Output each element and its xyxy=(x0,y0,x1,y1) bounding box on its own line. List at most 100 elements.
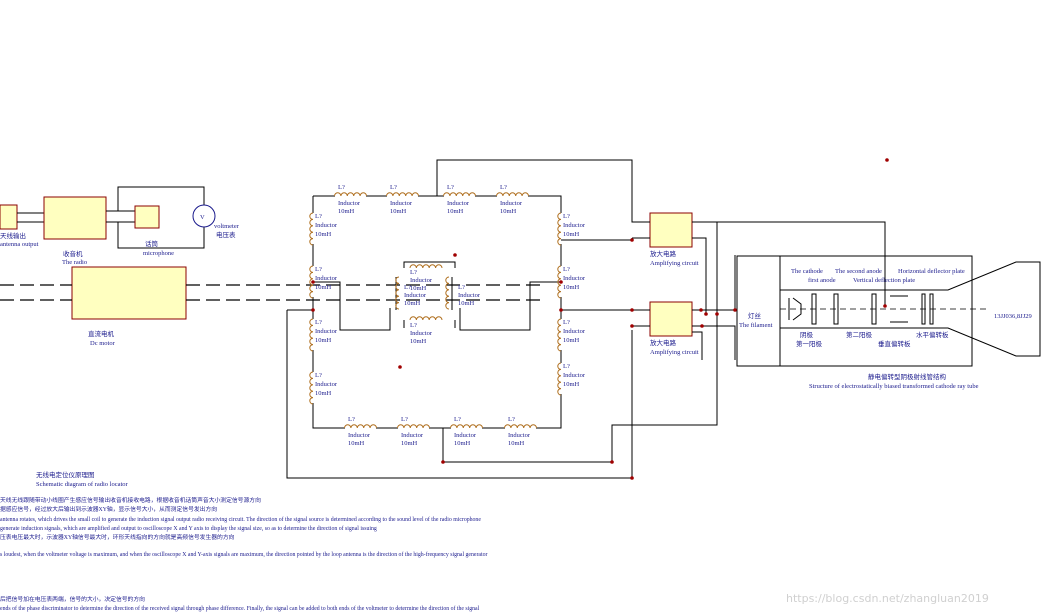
inductor-name: Inductor xyxy=(500,200,523,207)
junction-dot xyxy=(883,304,887,308)
inductor-ref: L? xyxy=(447,184,454,191)
inductor-ref: L? xyxy=(315,266,322,273)
crt-tube: The cathode The second anode Horizontal … xyxy=(736,255,1041,390)
inductor-name: Inductor xyxy=(454,432,477,439)
junction-dot xyxy=(630,324,634,328)
voltmeter: V voltmeter 电压表 xyxy=(192,204,240,239)
inductor-name: Inductor xyxy=(563,275,586,282)
v-plate-label-cn: 垂直偏转板 xyxy=(878,339,911,348)
inductor-ref: L? xyxy=(315,319,322,326)
voltmeter-label-cn: 电压表 xyxy=(216,230,236,239)
inductor-coil xyxy=(496,192,529,197)
second-anode-label-cn: 第二阳极 xyxy=(846,330,873,339)
amplifier-top: 放大电路 Amplifying circuit xyxy=(649,212,699,267)
schematic-canvas: 天线输出 antenna output 收音机 The radio 话筒 mic… xyxy=(0,158,1041,612)
dc-motor-block: 直流电机 Dc motor xyxy=(71,266,187,347)
junction-dot xyxy=(704,312,708,316)
inductor-value: 10mH xyxy=(454,440,471,447)
inductor-coil xyxy=(409,264,443,269)
inductor-value: 10mH xyxy=(315,337,332,344)
inductor-ref: L? xyxy=(338,184,345,191)
inductor-name: Inductor xyxy=(338,200,361,207)
amp-bottom-label-en: Amplifying circuit xyxy=(650,349,699,356)
earphone-label-en: microphone xyxy=(143,250,174,257)
inductor-name: Inductor xyxy=(508,432,531,439)
inductor-name: Inductor xyxy=(447,200,470,207)
inductor-value: 10mH xyxy=(563,337,580,344)
note-line: antenna rotates, which drives the small … xyxy=(0,516,481,523)
note-line: 压表电压最大时，示波器XY轴信号最大时，环形天线指向的方向就是高频信号发生器的方… xyxy=(0,533,235,541)
inductor-ref: L? xyxy=(404,284,411,291)
inductor-ref: L? xyxy=(563,213,570,220)
junction-dot xyxy=(733,308,737,312)
cathode-label: The cathode xyxy=(791,268,823,275)
inductor-value: 10mH xyxy=(563,284,580,291)
dc-motor-label-cn: 直流电机 xyxy=(88,329,115,338)
inductor-coil xyxy=(445,276,450,310)
inductor-coil xyxy=(344,424,377,429)
junction-dot xyxy=(630,476,634,480)
radio-block: 收音机 The radio xyxy=(43,196,107,266)
inductor-ref: L? xyxy=(410,322,417,329)
inductor-ref: L? xyxy=(315,213,322,220)
inductor-coil xyxy=(443,192,476,197)
inductor-name: Inductor xyxy=(390,200,413,207)
note-line: s loudest, when the voltmeter voltage is… xyxy=(0,551,487,558)
inductor-coil xyxy=(309,318,314,352)
inductor-group: L?Inductor10mHL?Inductor10mHL?Inductor10… xyxy=(309,184,586,447)
inductor-name: Inductor xyxy=(315,381,338,388)
dc-motor-label-en: Dc motor xyxy=(90,340,116,347)
tube-model-label: 13JJ036,8JJ29 xyxy=(994,313,1032,320)
inductor-value: 10mH xyxy=(447,208,464,215)
inductor-coil xyxy=(557,212,562,246)
inductor-value: 10mH xyxy=(410,285,427,292)
radio-label-en: The radio xyxy=(62,259,87,266)
first-anode-label-cn: 第一阳极 xyxy=(796,339,823,348)
inductor-coil xyxy=(395,276,400,310)
inductor-coil xyxy=(504,424,537,429)
amplifier-bottom: 放大电路 Amplifying circuit xyxy=(649,301,699,356)
junction-dot xyxy=(311,280,315,284)
inductor-name: Inductor xyxy=(410,330,433,337)
inductor-value: 10mH xyxy=(458,300,475,307)
note-line: 天线无线跟随带动小线圈产生感应信号输出收音机接收电路，根据收音机话筒声音大小测定… xyxy=(0,496,261,504)
amp-top-label-en: Amplifying circuit xyxy=(650,260,699,267)
inductor-value: 10mH xyxy=(410,338,427,345)
junction-dot xyxy=(441,460,445,464)
diagram-title-cn: 无线电定位仪原理图 xyxy=(36,470,95,479)
junction-dot xyxy=(715,312,719,316)
inductor-coil xyxy=(309,371,314,405)
inductor-coil xyxy=(386,192,419,197)
first-anode-label: first anode xyxy=(808,277,836,284)
junction-dot xyxy=(398,365,402,369)
inductor-value: 10mH xyxy=(315,390,332,397)
inductor-value: 10mH xyxy=(315,231,332,238)
inductor-value: 10mH xyxy=(404,300,421,307)
inductor-name: Inductor xyxy=(563,222,586,229)
inductor-name: Inductor xyxy=(315,275,338,282)
inductor-ref: L? xyxy=(563,363,570,370)
note-line: ends of the phase discriminator to deter… xyxy=(0,605,480,612)
inductor-name: Inductor xyxy=(348,432,371,439)
v-plate-label: Vertical deflection plate xyxy=(853,277,915,284)
voltmeter-label-en: voltmeter xyxy=(214,223,240,230)
inductor-name: Inductor xyxy=(563,372,586,379)
inductor-ref: L? xyxy=(500,184,507,191)
inductor-name: Inductor xyxy=(410,277,433,284)
inductor-ref: L? xyxy=(410,269,417,276)
inductor-name: Inductor xyxy=(401,432,424,439)
inductor-name: Inductor xyxy=(315,328,338,335)
inductor-coil xyxy=(397,424,430,429)
inductor-ref: L? xyxy=(454,416,461,423)
voltmeter-symbol: V xyxy=(200,214,205,221)
inductor-coil xyxy=(409,316,443,321)
inductor-value: 10mH xyxy=(508,440,525,447)
inductor-name: Inductor xyxy=(404,292,427,299)
inductor-ref: L? xyxy=(458,284,465,291)
inductor-ref: L? xyxy=(348,416,355,423)
inductor-ref: L? xyxy=(315,372,322,379)
tube-title-en: Structure of electrostatically biased tr… xyxy=(809,383,979,390)
inductor-value: 10mH xyxy=(315,284,332,291)
filament-label-en: The filament xyxy=(739,322,773,329)
inductor-coil xyxy=(309,212,314,246)
